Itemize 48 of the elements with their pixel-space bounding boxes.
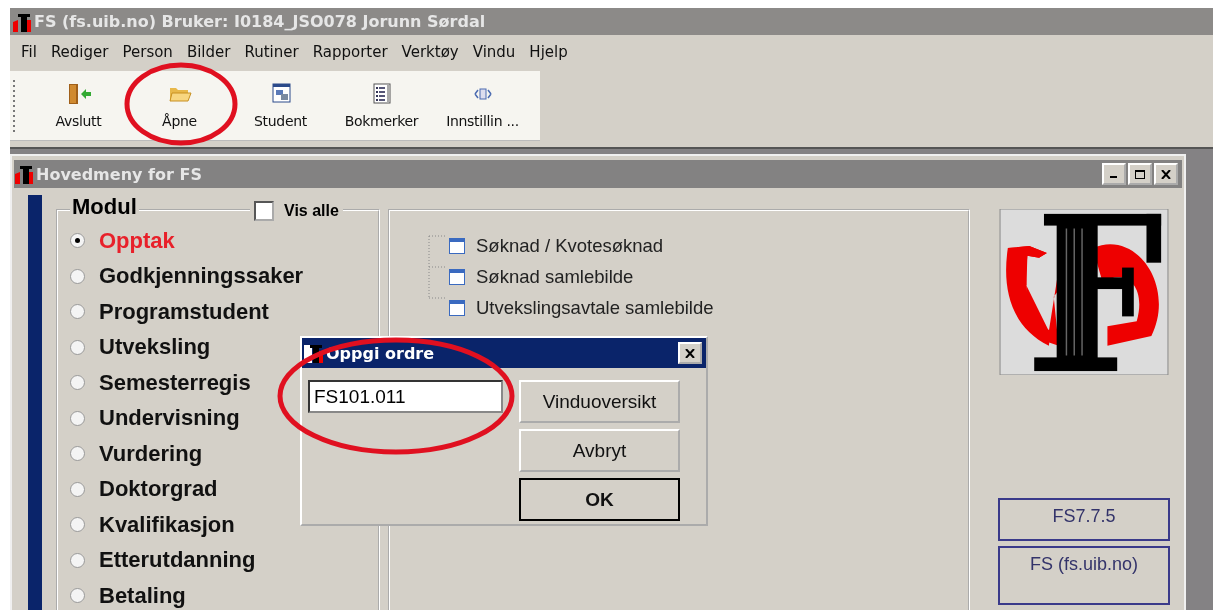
menu-item[interactable]: Rutiner xyxy=(237,43,306,61)
close-button[interactable] xyxy=(1154,163,1178,185)
module-radio[interactable]: Godkjenningssaker xyxy=(70,258,378,294)
menu-item[interactable]: Rapporter xyxy=(305,43,395,61)
module-radio[interactable]: Kvalifikasjon xyxy=(70,507,378,543)
tree-item[interactable]: Søknad / Kvotesøknad xyxy=(448,230,714,261)
menu-item[interactable]: Rediger xyxy=(43,43,116,61)
tree-item[interactable]: Søknad samlebilde xyxy=(448,261,714,292)
menu-item[interactable]: Vindu xyxy=(465,43,523,61)
menu-item[interactable]: Person xyxy=(115,43,180,61)
minimize-button[interactable] xyxy=(1102,163,1126,185)
module-radio[interactable]: Etterutdanning xyxy=(70,542,378,578)
menu-item[interactable]: Bilder xyxy=(179,43,238,61)
menu-item[interactable]: Hjelp xyxy=(522,43,575,61)
module-radio[interactable]: Programstudent xyxy=(70,294,378,330)
app-icon xyxy=(304,343,324,363)
toolbar-button[interactable]: Innstillin ... xyxy=(432,82,533,129)
dialog-button[interactable]: Avbryt xyxy=(519,429,680,472)
toolbar-button[interactable]: Avslutt xyxy=(28,82,129,129)
command-field[interactable]: FS101.011 xyxy=(308,380,503,413)
toolbar-button[interactable]: Student xyxy=(230,82,331,129)
dialog-button[interactable]: OK xyxy=(519,478,680,521)
server-label: FS (fs.uib.no) xyxy=(998,546,1170,605)
module-radio[interactable]: Vurdering xyxy=(70,436,378,472)
toolbar-button[interactable]: Bokmerker xyxy=(331,82,432,129)
window-title: FS (fs.uib.no) Bruker: I0184_JSO078 Jorunn Sørdal xyxy=(34,12,486,31)
menu-item[interactable]: Verktøy xyxy=(394,43,466,61)
close-icon xyxy=(1161,169,1171,179)
app-icon xyxy=(14,164,34,184)
close-button[interactable] xyxy=(678,342,702,364)
window-icon xyxy=(448,298,466,317)
maximize-button[interactable] xyxy=(1128,163,1152,185)
window-icon xyxy=(448,236,466,255)
window-title: Hovedmeny for FS xyxy=(36,164,202,184)
show-all-checkbox[interactable]: Vis alle xyxy=(250,201,343,221)
app-icon xyxy=(12,11,32,32)
maximize-icon xyxy=(1135,169,1145,179)
grip-icon xyxy=(12,77,16,134)
window-icon xyxy=(448,267,466,286)
tree-item[interactable]: Utvekslingsavtale samlebilde xyxy=(448,292,714,323)
module-radio[interactable]: Betaling xyxy=(70,578,378,610)
dialog-button[interactable]: Vinduoversikt xyxy=(519,380,680,423)
version-label: FS7.7.5 xyxy=(998,498,1170,542)
menu-item[interactable]: Fil xyxy=(14,43,44,61)
close-icon xyxy=(685,348,695,358)
module-radio[interactable]: Doktorgrad xyxy=(70,471,378,507)
toolbar-button[interactable]: Åpne xyxy=(129,82,230,129)
tree-line xyxy=(428,233,448,301)
